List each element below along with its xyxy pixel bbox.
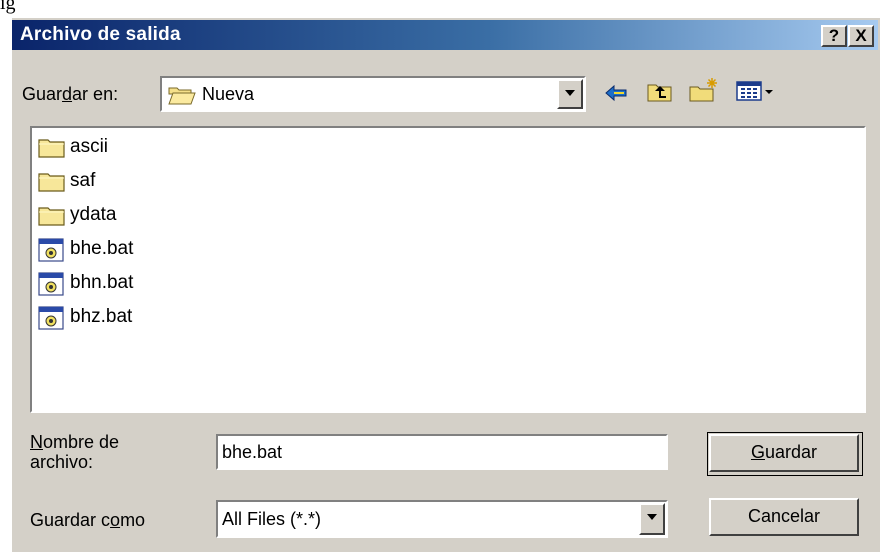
file-name: bhn.bat <box>70 272 134 293</box>
save-in-label: Guardar en: <box>22 84 119 104</box>
filename-label: Nombre de archivo: <box>30 432 120 472</box>
save-as-type-label: Guardar como <box>30 510 146 530</box>
save-button[interactable]: Guardar <box>709 434 859 472</box>
close-button[interactable]: X <box>848 25 874 47</box>
batch-file-icon <box>38 272 64 301</box>
help-button[interactable]: ? <box>821 25 847 47</box>
save-in-dropdown-arrow[interactable] <box>557 79 583 109</box>
file-name: bhe.bat <box>70 238 134 259</box>
new-folder-icon[interactable] <box>688 76 720 104</box>
file-name: bhz.bat <box>70 306 133 327</box>
file-name: ascii <box>70 136 109 157</box>
folder-icon <box>38 204 66 231</box>
file-list[interactable]: ascii saf ydata bhe.bat bhn.bat bhz.bat <box>30 126 866 413</box>
dialog-title: Archivo de salida <box>20 24 181 45</box>
filename-value: bhe.bat <box>222 442 283 462</box>
cropped-caption-text: ig <box>0 0 16 14</box>
save-dialog: Archivo de salida ? X Guardar en: Nueva … <box>10 16 880 552</box>
folder-icon <box>38 170 66 197</box>
batch-file-icon <box>38 306 64 335</box>
save-as-type-dropdown-arrow[interactable] <box>639 503 665 535</box>
back-arrow-icon[interactable] <box>604 82 630 104</box>
up-one-level-icon[interactable] <box>646 80 674 104</box>
file-name: saf <box>70 170 96 191</box>
save-as-type-value: All Files (*.*) <box>222 509 322 529</box>
filename-input[interactable]: bhe.bat <box>216 434 668 470</box>
save-as-type-dropdown[interactable]: All Files (*.*) <box>216 500 668 538</box>
title-bar[interactable]: Archivo de salida ? X <box>12 20 878 50</box>
save-in-value: Nueva <box>202 84 255 104</box>
folder-icon <box>38 136 66 163</box>
save-in-dropdown[interactable]: Nueva <box>160 76 586 112</box>
cancel-button[interactable]: Cancelar <box>709 498 859 536</box>
batch-file-icon <box>38 238 64 267</box>
folder-open-icon <box>168 87 196 105</box>
file-name: ydata <box>70 204 117 225</box>
view-menu-icon[interactable] <box>736 80 776 102</box>
